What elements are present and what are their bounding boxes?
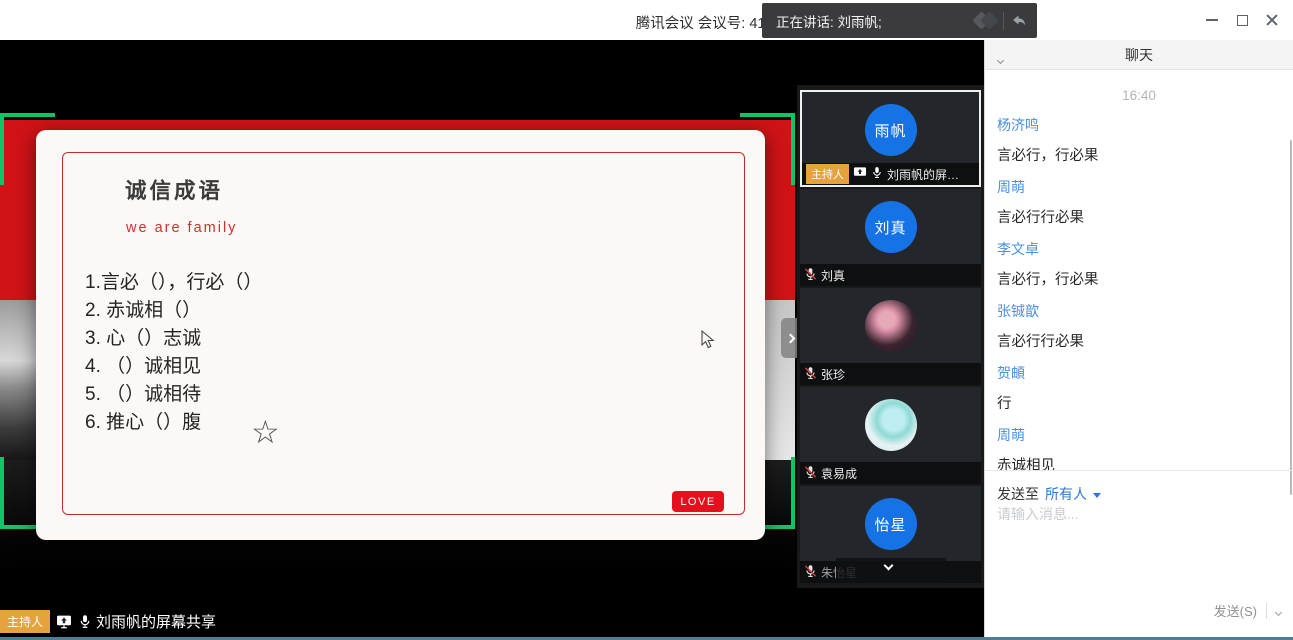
avatar: 雨帆: [865, 104, 917, 156]
participant-name-bar: 袁易成: [800, 462, 981, 484]
avatar-photo: [865, 300, 917, 352]
microphone-icon: [871, 166, 883, 182]
chevron-down-icon: [1275, 608, 1282, 615]
chat-message: 张铖歆 言必行行必果: [997, 301, 1281, 351]
chat-message: 杨济鸣 言必行，行必果: [997, 115, 1281, 165]
brand-logo-icon: [975, 14, 996, 27]
reply-arrow-icon[interactable]: [1011, 14, 1027, 28]
chat-message-text: 赤诚相见: [997, 454, 1281, 475]
participant-tile[interactable]: 雨帆 主持人 刘雨帆的屏…: [800, 90, 981, 187]
slide-card: 诚信成语 we are family 1.言必（），行必（） 2. 赤诚相（） …: [36, 130, 765, 540]
maximize-icon: [1237, 15, 1248, 26]
participant-name: 刘真: [821, 267, 845, 284]
close-icon: [1266, 14, 1278, 26]
speaking-toast: 正在讲话: 刘雨帆;: [762, 3, 1037, 38]
chevron-down-icon: [997, 57, 1004, 64]
send-divider: [1266, 603, 1267, 619]
send-button[interactable]: 发送(S): [1214, 601, 1257, 620]
slide-question: 6. 推心（）腹: [85, 409, 262, 437]
slide-question: 5. （）诚相待: [85, 381, 262, 409]
minimize-button[interactable]: [1197, 0, 1227, 40]
participant-name-bar: 张珍: [800, 363, 981, 385]
screen-share-icon: [853, 166, 867, 182]
chat-message-text: 言必行行必果: [997, 206, 1281, 227]
chat-message-list: 杨济鸣 言必行，行必果 周萌 言必行行必果 李文卓 言必行，行必果 张铖歆 言必…: [985, 115, 1293, 475]
chat-message: 贺頔 行: [997, 363, 1281, 413]
chat-message: 周萌 言必行行必果: [997, 177, 1281, 227]
slide-subtitle: we are family: [126, 220, 237, 236]
chat-footer-divider: [985, 470, 1293, 471]
participant-tile[interactable]: 怡星 朱怡星: [800, 486, 981, 583]
star-shape-icon: ☆: [251, 416, 280, 448]
avatar-photo: [865, 399, 917, 451]
share-banner: 主持人 刘雨帆的屏幕共享: [0, 610, 216, 632]
love-button: LOVE: [672, 491, 724, 512]
host-badge: 主持人: [0, 610, 50, 633]
avatar: 刘真: [865, 201, 917, 253]
participant-name: 袁易成: [821, 465, 857, 482]
minimize-icon: [1206, 19, 1218, 21]
send-to-value[interactable]: 所有人: [1045, 484, 1087, 504]
participant-name-bar: 主持人 刘雨帆的屏…: [802, 163, 979, 185]
send-options-button[interactable]: [1276, 602, 1281, 620]
microphone-icon: [78, 614, 92, 629]
slide-question: 4. （）诚相见: [85, 353, 262, 381]
chat-message: 李文卓 言必行，行必果: [997, 239, 1281, 289]
chat-panel: 聊天 16:40 杨济鸣 言必行，行必果 周萌 言必行行必果 李文卓 言必行，行…: [984, 40, 1293, 640]
speaking-toast-text: 正在讲话: 刘雨帆;: [776, 11, 882, 31]
participant-tile[interactable]: 袁易成: [800, 387, 981, 484]
send-to-row: 发送至 所有人: [997, 484, 1101, 504]
microphone-muted-icon: [804, 267, 817, 284]
microphone-muted-icon: [804, 366, 817, 383]
chat-message-text: 行: [997, 392, 1281, 413]
host-badge: 主持人: [806, 164, 849, 184]
chat-sender-name[interactable]: 周萌: [997, 177, 1281, 197]
participant-name: 张珍: [821, 366, 845, 383]
participant-tile[interactable]: 张珍: [800, 288, 981, 385]
chat-sender-name[interactable]: 张铖歆: [997, 301, 1281, 321]
maximize-button[interactable]: [1227, 0, 1257, 40]
chevron-down-icon: [884, 561, 894, 571]
chat-timestamp: 16:40: [985, 88, 1293, 103]
chat-sender-name[interactable]: 贺頔: [997, 363, 1281, 383]
chat-message-text: 言必行，行必果: [997, 268, 1281, 289]
microphone-muted-icon: [804, 564, 817, 581]
avatar: 怡星: [865, 498, 917, 550]
window-controls: [1197, 0, 1287, 40]
titlebar: 腾讯会议 会议号: 413 302 830 正在讲话: 刘雨帆;: [0, 0, 1293, 40]
chat-message-text: 言必行行必果: [997, 330, 1281, 351]
meeting-window: 腾讯会议 会议号: 413 302 830 正在讲话: 刘雨帆;: [0, 0, 1293, 640]
participant-tile[interactable]: 刘真 刘真: [800, 189, 981, 286]
participant-name-bar: 刘真: [800, 264, 981, 286]
chat-title: 聊天: [1125, 45, 1153, 65]
chat-header: 聊天: [985, 40, 1293, 70]
tiles-collapse-button[interactable]: [885, 556, 892, 574]
chat-sender-name[interactable]: 周萌: [997, 425, 1281, 445]
slide-title: 诚信成语: [125, 174, 223, 205]
participant-panel: 雨帆 主持人 刘雨帆的屏… 刘真: [797, 85, 984, 588]
slide-question-list: 1.言必（），行必（） 2. 赤诚相（） 3. 心（）志诚 4. （）诚相见 5…: [85, 269, 262, 437]
send-to-label: 发送至: [997, 484, 1039, 504]
dropdown-triangle-icon[interactable]: [1093, 493, 1101, 498]
screen-share-stage: 诚信成语 we are family 1.言必（），行必（） 2. 赤诚相（） …: [0, 40, 984, 640]
share-banner-label: 刘雨帆的屏幕共享: [96, 611, 216, 632]
chat-scrollbar[interactable]: [1290, 140, 1292, 495]
chat-message-text: 言必行，行必果: [997, 144, 1281, 165]
slide-question: 3. 心（）志诚: [85, 325, 262, 353]
chat-message: 周萌 赤诚相见: [997, 425, 1281, 475]
chat-sender-name[interactable]: 杨济鸣: [997, 115, 1281, 135]
chat-input[interactable]: [997, 506, 1267, 522]
chat-sender-name[interactable]: 李文卓: [997, 239, 1281, 259]
slide-question: 2. 赤诚相（）: [85, 297, 262, 325]
chevron-right-icon: [786, 333, 796, 343]
close-button[interactable]: [1257, 0, 1287, 40]
send-row: 发送(S): [1214, 601, 1281, 620]
toast-divider: [1003, 12, 1004, 30]
microphone-muted-icon: [804, 465, 817, 482]
chat-collapse-button[interactable]: [998, 50, 1003, 68]
screen-share-icon: [56, 614, 72, 629]
participant-name: 刘雨帆的屏…: [887, 166, 959, 183]
mouse-cursor-icon: [701, 330, 715, 349]
slide-question: 1.言必（），行必（）: [85, 269, 262, 297]
